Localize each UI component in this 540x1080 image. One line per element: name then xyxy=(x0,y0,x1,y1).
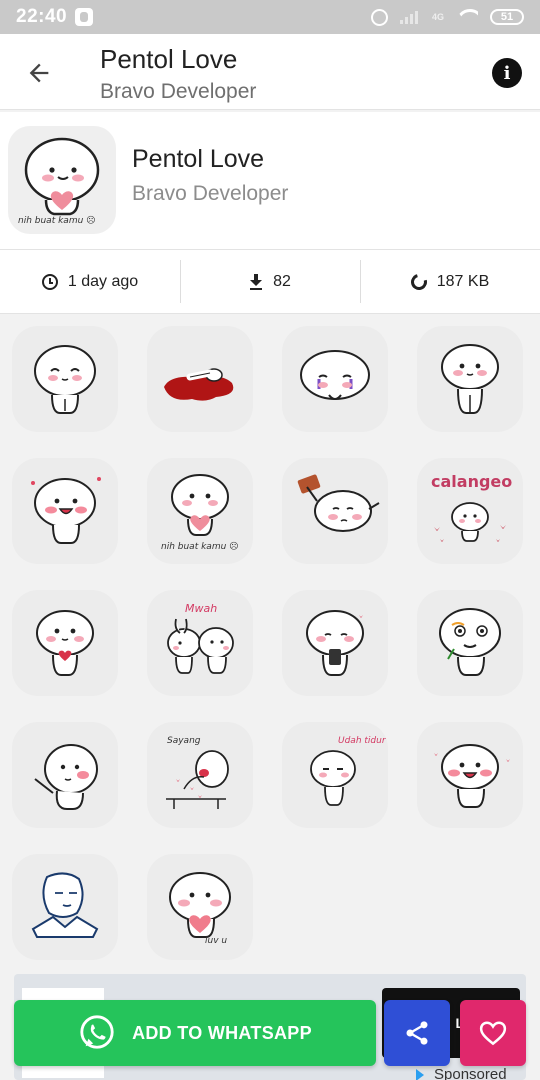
wifi-icon xyxy=(456,9,478,25)
stat-downloads: 82 xyxy=(180,250,360,313)
clock-icon xyxy=(41,273,58,290)
sticker-18[interactable]: luv u xyxy=(147,854,253,960)
download-icon xyxy=(250,273,263,290)
sticker-14[interactable]: Sayang xyxy=(147,722,253,828)
sticker-16[interactable] xyxy=(417,722,523,828)
sticker-art xyxy=(34,345,96,414)
stat-size: 187 KB xyxy=(360,250,540,313)
pack-tray-icon: nih buat kamu ☹ xyxy=(8,126,116,234)
network-type-label: 4G xyxy=(431,12,444,22)
alarm-icon xyxy=(370,8,388,26)
sticker-18-caption: luv u xyxy=(205,936,228,946)
stat-size-value: 187 KB xyxy=(436,272,490,290)
loading-circle-icon xyxy=(407,270,430,293)
ad-sponsored-text: Sponsored xyxy=(434,1066,507,1080)
sticker-17[interactable] xyxy=(12,854,118,960)
pack-title: Pentol Love xyxy=(132,145,265,173)
sticker-art xyxy=(36,610,94,676)
sticker-10[interactable]: Mwah xyxy=(147,590,253,696)
signal-icon xyxy=(399,10,420,24)
sticker-7[interactable] xyxy=(282,458,388,564)
sticker-art xyxy=(434,744,510,808)
add-to-whatsapp-label: ADD TO WHATSAPP xyxy=(132,1022,312,1043)
sticker-3[interactable] xyxy=(282,326,388,432)
stat-updated-value: 1 day ago xyxy=(67,272,139,290)
sticker-8-caption: calangeo xyxy=(431,472,513,491)
sticker-1[interactable] xyxy=(12,326,118,432)
add-to-whatsapp-button[interactable]: ADD TO WHATSAPP xyxy=(14,1000,376,1066)
stat-downloads-value: 82 xyxy=(273,272,291,290)
tray-caption: nih buat kamu ☹ xyxy=(18,216,96,226)
sticker-12[interactable] xyxy=(417,590,523,696)
sticker-5[interactable] xyxy=(12,458,118,564)
pack-stats: 1 day ago 82 187 KB xyxy=(0,250,540,314)
ad-choices-icon xyxy=(416,1068,428,1080)
back-button[interactable] xyxy=(18,52,60,94)
whatsapp-icon xyxy=(80,1015,114,1049)
sticker-6-caption: nih buat kamu ☹ xyxy=(161,542,239,552)
sticker-6[interactable]: nih buat kamu ☹ xyxy=(147,458,253,564)
sticker-14-caption: Sayang xyxy=(167,736,201,746)
sticker-art xyxy=(439,608,501,676)
status-bar: 22:40 4G 51 xyxy=(0,0,540,34)
app-bar: Pentol Love Bravo Developer i xyxy=(0,34,540,110)
notification-app-icon xyxy=(75,8,94,26)
heart-icon xyxy=(479,1021,507,1046)
sticker-art xyxy=(31,872,99,938)
pack-publisher: Bravo Developer xyxy=(132,182,289,205)
sticker-art xyxy=(31,477,101,544)
share-icon xyxy=(406,1021,428,1045)
sticker-10-caption: Mwah xyxy=(185,602,218,615)
arrow-left-icon xyxy=(29,63,49,83)
share-button[interactable] xyxy=(384,1000,450,1066)
sticker-grid: nih buat kamu ☹ calangeo Mwah Sayang Uda… xyxy=(0,316,540,976)
sticker-11[interactable] xyxy=(282,590,388,696)
page-title: Pentol Love xyxy=(100,44,238,74)
sticker-art xyxy=(441,344,499,414)
status-icons: 4G 51 xyxy=(370,8,524,26)
sticker-4[interactable] xyxy=(417,326,523,432)
sticker-15[interactable]: Udah tidur xyxy=(282,722,388,828)
pack-header: nih buat kamu ☹ Pentol Love Bravo Develo… xyxy=(0,112,540,250)
sticker-13[interactable] xyxy=(12,722,118,828)
sticker-art xyxy=(164,368,234,401)
sticker-art xyxy=(34,744,98,810)
sticker-8[interactable]: calangeo xyxy=(417,458,523,564)
sticker-15-caption: Udah tidur xyxy=(338,736,386,746)
sticker-art xyxy=(306,610,364,676)
battery-indicator: 51 xyxy=(490,9,524,25)
info-button[interactable]: i xyxy=(492,58,522,88)
stat-updated: 1 day ago xyxy=(0,250,180,313)
sticker-9[interactable] xyxy=(12,590,118,696)
sticker-2[interactable] xyxy=(147,326,253,432)
sticker-art xyxy=(297,474,380,532)
favorite-button[interactable] xyxy=(460,1000,526,1066)
page-subtitle: Bravo Developer xyxy=(100,80,257,103)
sticker-art xyxy=(300,350,370,400)
sticker-art xyxy=(169,872,231,938)
info-icon: i xyxy=(503,62,511,84)
status-time: 22:40 xyxy=(16,6,68,27)
ad-sponsored-label: Sponsored xyxy=(416,1066,507,1080)
